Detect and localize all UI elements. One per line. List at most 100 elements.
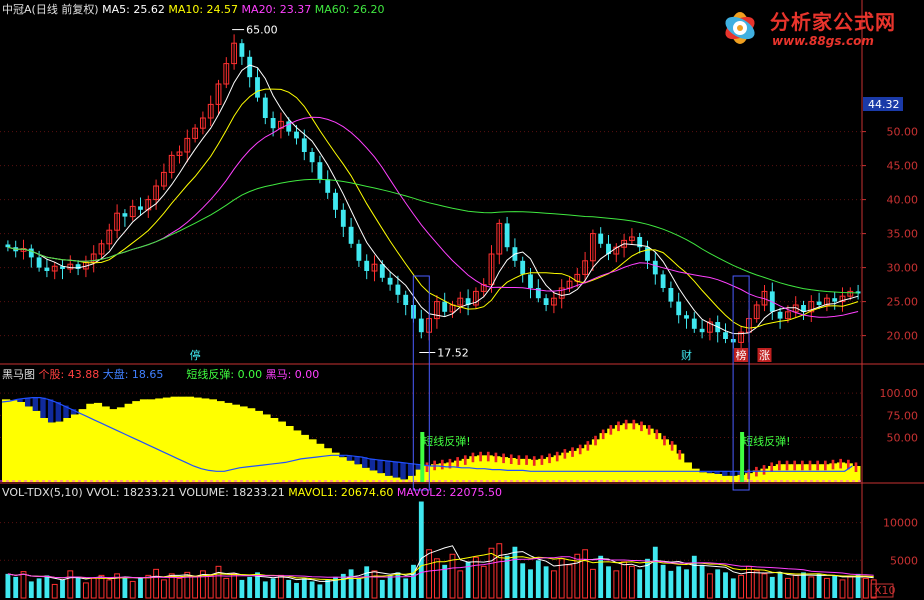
volume-bar-up bbox=[457, 570, 464, 599]
volume-bar-up bbox=[192, 576, 199, 599]
volume-bar-down bbox=[723, 572, 728, 598]
volume-bar-up bbox=[106, 579, 113, 599]
price-panel[interactable] bbox=[5, 34, 861, 351]
volume-bar-down bbox=[356, 578, 362, 598]
volume-bar-up bbox=[207, 574, 214, 599]
stock-area-bar bbox=[178, 396, 187, 482]
volume-bar-up bbox=[160, 579, 167, 599]
volume-bar-down bbox=[730, 578, 736, 598]
rise-stripe bbox=[808, 460, 812, 471]
volume-bar-up bbox=[176, 577, 183, 599]
candle-down bbox=[652, 260, 658, 275]
rise-stripe bbox=[532, 456, 536, 466]
volume-bar-up bbox=[129, 580, 136, 599]
candle-down bbox=[668, 288, 674, 302]
volume-bar-down bbox=[348, 569, 354, 598]
stock-area-bar bbox=[139, 399, 149, 482]
candle-down bbox=[504, 223, 510, 248]
candle-down bbox=[356, 243, 362, 261]
volume-bar-up bbox=[20, 571, 27, 599]
rise-stripe bbox=[578, 444, 582, 455]
market-gap-bar bbox=[408, 463, 414, 476]
stock-area-bar bbox=[155, 398, 164, 482]
candle-down bbox=[255, 77, 260, 98]
volume-bar-up bbox=[808, 576, 815, 599]
candle-down bbox=[387, 277, 393, 285]
volume-bar-up bbox=[426, 549, 433, 599]
volume-bar-down bbox=[543, 566, 549, 598]
rise-stripe bbox=[463, 455, 467, 465]
volume-bar-up bbox=[231, 573, 238, 599]
volume-bar-down bbox=[317, 584, 323, 598]
volume-bar-down bbox=[504, 555, 510, 598]
stock-area-bar bbox=[316, 443, 325, 482]
rise-stripe bbox=[540, 455, 544, 465]
rise-stripe bbox=[801, 460, 804, 471]
volume-bar-up bbox=[784, 577, 791, 599]
volume-bar-down bbox=[676, 566, 682, 598]
candle-down bbox=[309, 152, 315, 163]
stock-area-bar bbox=[78, 409, 87, 482]
volume-bar-down bbox=[28, 581, 34, 598]
volume-bar-up bbox=[753, 570, 760, 599]
mavol1-label: MAVOL1: 20674.60 bbox=[288, 486, 394, 499]
market-gap-bar bbox=[392, 461, 399, 478]
ma10-label: MA10: 24.57 bbox=[168, 3, 239, 16]
candle-down bbox=[598, 233, 604, 244]
stock-area-bar bbox=[262, 414, 271, 482]
marker-label: 财 bbox=[681, 348, 692, 362]
volume-bar-up bbox=[706, 573, 713, 599]
rise-stripe bbox=[762, 465, 766, 475]
candle-down bbox=[5, 244, 11, 248]
flower-logo-icon bbox=[725, 12, 755, 44]
rise-stripe bbox=[594, 435, 597, 446]
grid-layer bbox=[0, 0, 924, 600]
axis-labels: 20.00 25.00 30.00 35.00 40.00 45.00 50.00 50.00… bbox=[870, 126, 919, 598]
rise-stripe bbox=[563, 449, 567, 459]
stock-area-bar bbox=[170, 396, 179, 482]
volume-bar-down bbox=[13, 576, 19, 598]
rise-stripe bbox=[555, 451, 559, 462]
marker-label: 停 bbox=[190, 348, 201, 362]
candle-down bbox=[676, 301, 682, 316]
rise-stripe bbox=[601, 429, 605, 440]
rise-stripe bbox=[548, 453, 551, 464]
rise-stripe bbox=[823, 460, 827, 471]
stock-area-bar bbox=[2, 399, 11, 482]
vol-unit-label: X10 bbox=[874, 584, 896, 597]
heima-header: 黑马图 个股: 43.88 大盘: 18.65 短线反弹: 0.00 黑马: 0… bbox=[2, 368, 319, 381]
volume-bar-down bbox=[832, 575, 838, 598]
volume-bar-down bbox=[691, 555, 697, 598]
stock-area-bar bbox=[239, 406, 248, 482]
volume-header: VOL-TDX(5,10) VVOL: 18233.21 VOLUME: 182… bbox=[2, 486, 502, 499]
rise-stripe bbox=[586, 441, 590, 451]
market-value-label: 大盘: 18.65 bbox=[102, 368, 164, 381]
rise-stripe bbox=[502, 453, 505, 464]
volume-bar-down bbox=[637, 569, 643, 598]
stock-area-bar bbox=[116, 407, 126, 482]
candle-down bbox=[36, 257, 42, 268]
market-gap-bar bbox=[729, 471, 736, 476]
heima-value-label: 黑马: 0.00 bbox=[265, 368, 320, 381]
rise-stripe bbox=[663, 435, 666, 446]
volume-bar-up bbox=[550, 570, 557, 599]
stock-area-bar bbox=[124, 403, 133, 482]
stock-area-bar bbox=[362, 467, 371, 482]
candle-down bbox=[333, 192, 338, 210]
ma20-label: MA20: 23.37 bbox=[241, 3, 312, 16]
rise-stripe bbox=[440, 459, 444, 470]
volume-bar-down bbox=[652, 546, 658, 598]
volume-bar-down bbox=[262, 581, 268, 598]
price-tick-label: 35.00 bbox=[887, 228, 919, 241]
volume-bar-down bbox=[387, 575, 393, 598]
price-tick-label: 25.00 bbox=[887, 296, 919, 309]
stock-area-bar bbox=[614, 425, 624, 482]
candle-down bbox=[340, 209, 346, 227]
stock-chart[interactable]: 短线反弹! 短线反弹! 44.3265.0017.52停财榜涨 20.0025.0… bbox=[0, 0, 924, 600]
volume-panel[interactable] bbox=[5, 501, 877, 599]
stock-area-bar bbox=[630, 423, 639, 482]
market-gap-bar bbox=[24, 398, 31, 407]
volume-bar-down bbox=[528, 569, 533, 598]
vol-title: VOL-TDX(5,10) bbox=[2, 486, 83, 499]
volume-bar-down bbox=[301, 578, 307, 598]
